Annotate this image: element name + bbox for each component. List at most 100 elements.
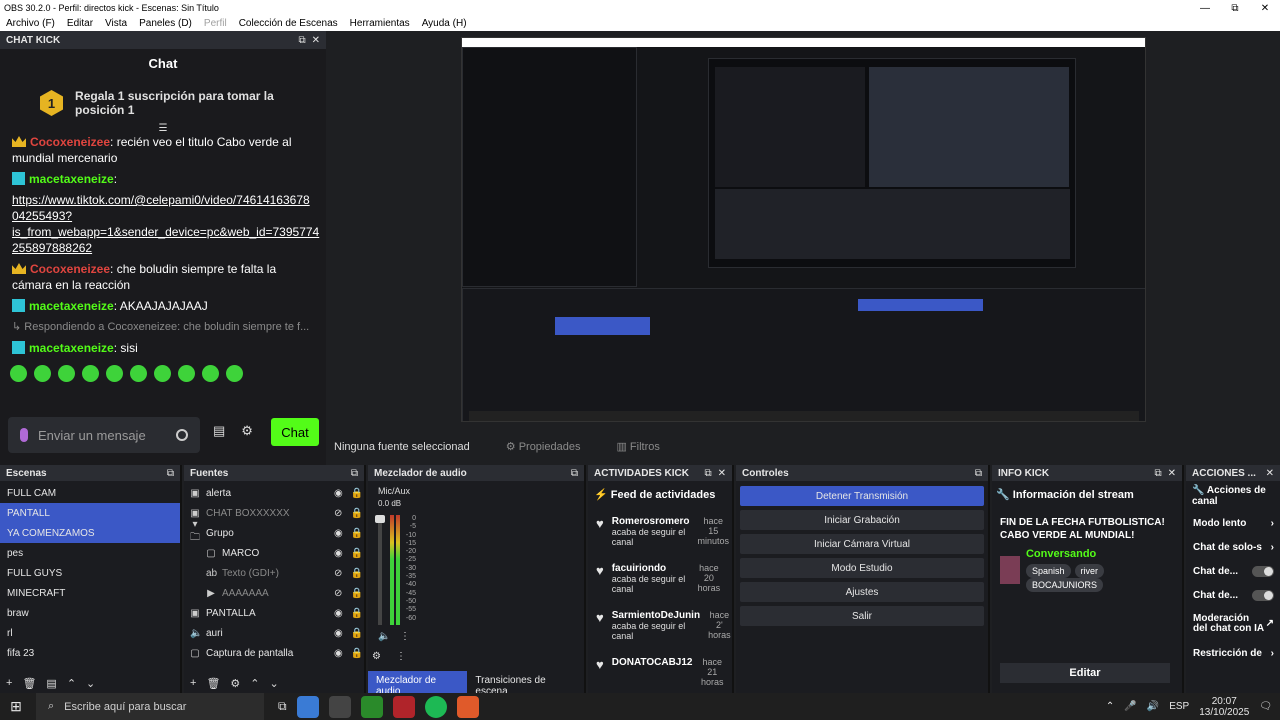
volume-icon[interactable]: 🔊 bbox=[1147, 701, 1159, 712]
close-icon[interactable]: ✕ bbox=[1266, 468, 1274, 479]
chrome-icon[interactable] bbox=[296, 695, 319, 718]
lock-icon[interactable]: 🔒 bbox=[350, 488, 364, 499]
close-window-button[interactable]: ✕ bbox=[1250, 3, 1280, 14]
lock-icon[interactable]: 🔒 bbox=[350, 588, 364, 599]
chat-message-input[interactable]: Enviar un mensaje bbox=[8, 417, 200, 453]
channel-action[interactable]: Modo lento › bbox=[1186, 511, 1280, 535]
clock[interactable]: 20:07 13/10/2025 bbox=[1199, 696, 1249, 718]
float-icon[interactable]: ⧉ bbox=[1154, 468, 1161, 479]
app-icon[interactable] bbox=[392, 695, 415, 718]
scene-item[interactable]: fifa 23 bbox=[0, 643, 180, 663]
stream-tag[interactable]: Spanish bbox=[1025, 564, 1071, 578]
eye-icon[interactable]: ◉ bbox=[334, 628, 344, 639]
more-icon[interactable]: ⋮ bbox=[400, 631, 410, 642]
gear-icon[interactable]: ⚙ bbox=[230, 677, 240, 690]
scene-item[interactable]: pes bbox=[0, 543, 180, 563]
up-arrow-icon[interactable]: ⌃ bbox=[250, 677, 259, 690]
channel-action[interactable]: Chat de... bbox=[1186, 583, 1280, 607]
float-icon[interactable]: ⧉ bbox=[975, 468, 982, 479]
filter-icon[interactable]: ▤ bbox=[46, 677, 56, 690]
source-item[interactable]: ▣ CHAT BOXXXXXX ⊘ 🔒 bbox=[184, 503, 364, 523]
task-view-icon[interactable]: ⧉ bbox=[278, 699, 287, 714]
chat-username[interactable]: Cocoxeneizee bbox=[30, 262, 110, 276]
channel-action[interactable]: Chat de solo-s › bbox=[1186, 535, 1280, 559]
menu-item-2[interactable]: Vista bbox=[99, 18, 133, 29]
scene-item[interactable]: rl bbox=[0, 623, 180, 643]
scene-item[interactable]: FULL CAM bbox=[0, 483, 180, 503]
float-icon[interactable]: ⧉ bbox=[571, 468, 578, 479]
volume-slider-track[interactable] bbox=[375, 515, 385, 625]
float-icon[interactable]: ⧉ bbox=[298, 35, 305, 46]
eye-icon[interactable]: ◉ bbox=[334, 608, 344, 619]
whatsapp-icon[interactable] bbox=[360, 695, 383, 718]
mic-tray-icon[interactable]: 🎤 bbox=[1124, 701, 1136, 712]
source-item[interactable]: 🔈 auri ◉ 🔒 bbox=[184, 623, 364, 643]
chat-username[interactable]: Cocoxeneizee bbox=[30, 135, 110, 149]
filters-button[interactable]: ▥ Filtros bbox=[616, 440, 659, 453]
menu-item-6[interactable]: Herramientas bbox=[344, 18, 416, 29]
float-icon[interactable]: ⧉ bbox=[167, 468, 174, 479]
source-item[interactable]: ▣ alerta ◉ 🔒 bbox=[184, 483, 364, 503]
trash-icon[interactable]: 🗑 bbox=[22, 677, 36, 690]
source-item[interactable]: ▣ PANTALLA ◉ 🔒 bbox=[184, 603, 364, 623]
control-button[interactable]: Iniciar Grabación bbox=[740, 510, 984, 530]
control-button[interactable]: Ajustes bbox=[740, 582, 984, 602]
eye-icon[interactable]: ◉ bbox=[334, 648, 344, 659]
menu-item-1[interactable]: Editar bbox=[61, 18, 99, 29]
menu-item-7[interactable]: Ayuda (H) bbox=[416, 18, 473, 29]
control-button[interactable]: Modo Estudio bbox=[740, 558, 984, 578]
obs-icon[interactable] bbox=[328, 695, 351, 718]
notification-icon[interactable]: 🗨 bbox=[1259, 701, 1272, 712]
gear-icon[interactable]: ⚙ bbox=[372, 651, 381, 662]
control-button[interactable]: Iniciar Cámara Virtual bbox=[740, 534, 984, 554]
scene-item[interactable]: YA COMENZAMOS bbox=[0, 523, 180, 543]
eye-icon[interactable]: ◉ bbox=[334, 488, 344, 499]
down-arrow-icon[interactable]: ⌄ bbox=[270, 677, 279, 690]
chat-username[interactable]: macetaxeneize bbox=[29, 299, 114, 313]
language-indicator[interactable]: ESP bbox=[1169, 701, 1189, 712]
store-icon[interactable]: ▤ bbox=[213, 423, 225, 439]
emote-icon[interactable] bbox=[154, 365, 171, 382]
emote-icon[interactable] bbox=[58, 365, 75, 382]
menu-item-0[interactable]: Archivo (F) bbox=[0, 18, 61, 29]
gear-icon[interactable]: ⚙ bbox=[241, 423, 253, 439]
lock-icon[interactable]: 🔒 bbox=[350, 608, 364, 619]
eye-hidden-icon[interactable]: ⊘ bbox=[334, 508, 344, 519]
emote-icon[interactable] bbox=[106, 365, 123, 382]
properties-button[interactable]: ⚙ Propiedades bbox=[506, 440, 581, 453]
follower-name[interactable]: Romerosromero bbox=[612, 516, 690, 527]
close-icon[interactable]: ✕ bbox=[312, 35, 320, 46]
taskbar-search[interactable]: ⌕ Escribe aquí para buscar bbox=[36, 693, 264, 720]
scene-item[interactable]: FULL GUYS bbox=[0, 563, 180, 583]
follower-name[interactable]: SarmientoDeJunin bbox=[612, 610, 700, 621]
tab-mixer[interactable]: Mezclador de audio bbox=[368, 671, 468, 697]
lock-icon[interactable]: 🔒 bbox=[350, 528, 364, 539]
eye-icon[interactable]: ◉ bbox=[334, 528, 344, 539]
emote-icon[interactable] bbox=[34, 365, 51, 382]
eye-hidden-icon[interactable]: ⊘ bbox=[334, 588, 344, 599]
emote-icon[interactable] bbox=[202, 365, 219, 382]
brave-icon[interactable] bbox=[456, 695, 479, 718]
trash-icon[interactable]: 🗑 bbox=[206, 677, 220, 690]
add-icon[interactable]: + bbox=[6, 677, 12, 689]
scene-item[interactable]: braw bbox=[0, 603, 180, 623]
add-icon[interactable]: + bbox=[190, 677, 196, 689]
eye-hidden-icon[interactable]: ⊘ bbox=[334, 568, 344, 579]
stream-tag[interactable]: river bbox=[1074, 564, 1104, 578]
follower-name[interactable]: DONATOCABJ12 bbox=[612, 657, 693, 668]
source-item[interactable]: ▢ MARCO ◉ 🔒 bbox=[184, 543, 364, 563]
minimize-button[interactable]: — bbox=[1190, 3, 1220, 14]
stream-tag[interactable]: BOCAJUNIORS bbox=[1025, 578, 1103, 592]
menu-item-5[interactable]: Colección de Escenas bbox=[233, 18, 344, 29]
up-arrow-icon[interactable]: ⌃ bbox=[67, 677, 76, 690]
emote-icon[interactable] bbox=[10, 365, 27, 382]
restore-button[interactable]: ⧉ bbox=[1220, 3, 1250, 14]
windows-start-icon[interactable]: ⊞ bbox=[0, 698, 32, 715]
toggle-switch[interactable] bbox=[1252, 565, 1274, 577]
lock-icon[interactable]: 🔒 bbox=[350, 568, 364, 579]
down-arrow-icon[interactable]: ⌄ bbox=[86, 677, 95, 690]
lock-icon[interactable]: 🔒 bbox=[350, 548, 364, 559]
float-icon[interactable]: ⧉ bbox=[351, 468, 358, 479]
emote-icon[interactable] bbox=[226, 365, 243, 382]
emote-icon[interactable] bbox=[178, 365, 195, 382]
